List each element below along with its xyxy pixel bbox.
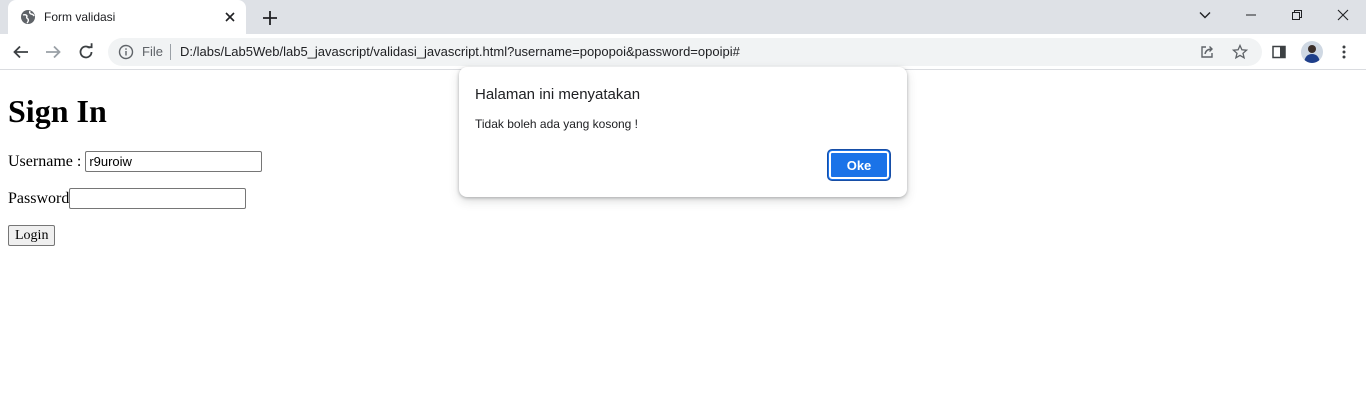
close-icon[interactable] xyxy=(222,9,238,25)
dialog-title: Halaman ini menyatakan xyxy=(475,86,641,103)
browser-tab[interactable]: Form validasi xyxy=(8,0,246,34)
reload-button[interactable] xyxy=(74,40,98,64)
ok-button[interactable]: Oke xyxy=(828,150,890,180)
restore-icon xyxy=(1292,10,1302,20)
close-icon xyxy=(1337,9,1349,21)
minimize-button[interactable] xyxy=(1228,0,1274,30)
tab-search-button[interactable] xyxy=(1182,0,1228,30)
password-row: Password xyxy=(8,188,247,209)
tab-strip: Form validasi xyxy=(0,0,1366,34)
tab-title: Form validasi xyxy=(44,10,116,24)
globe-icon xyxy=(21,10,35,24)
back-button[interactable] xyxy=(9,40,33,64)
back-arrow-icon xyxy=(13,45,28,59)
window-close-button[interactable] xyxy=(1320,0,1366,30)
password-input[interactable] xyxy=(69,188,247,209)
browser-toolbar: File D:/labs/Lab5Web/lab5_javascript/val… xyxy=(0,34,1366,70)
username-label: Username : xyxy=(8,152,82,170)
minimize-icon xyxy=(1246,14,1256,16)
reload-icon xyxy=(79,43,93,59)
password-label: Password xyxy=(8,189,70,207)
username-input[interactable] xyxy=(85,151,263,172)
dialog-message: Tidak boleh ada yang kosong ! xyxy=(475,117,639,131)
url-text[interactable]: D:/labs/Lab5Web/lab5_javascript/validasi… xyxy=(180,45,740,59)
login-button[interactable]: Login xyxy=(8,225,56,246)
username-row: Username : xyxy=(8,151,263,172)
page-title: Sign In xyxy=(8,93,107,129)
address-bar[interactable]: File D:/labs/Lab5Web/lab5_javascript/val… xyxy=(108,38,1262,66)
chevron-down-icon xyxy=(1199,12,1211,19)
side-panel-icon xyxy=(1272,45,1286,59)
avatar[interactable] xyxy=(1301,41,1323,63)
omnibox-separator xyxy=(170,44,171,60)
info-icon[interactable] xyxy=(118,44,134,60)
forward-arrow-icon xyxy=(46,45,61,59)
forward-button[interactable] xyxy=(41,40,65,64)
alert-dialog: Halaman ini menyatakan Tidak boleh ada y… xyxy=(459,67,907,197)
scheme-label: File xyxy=(142,44,163,59)
restore-button[interactable] xyxy=(1274,0,1320,30)
plus-icon[interactable] xyxy=(260,8,280,28)
more-vert-icon xyxy=(1342,45,1346,59)
profile-person-icon xyxy=(1304,45,1320,63)
star-icon[interactable] xyxy=(1232,44,1248,60)
side-panel-button[interactable] xyxy=(1267,40,1291,64)
share-icon[interactable] xyxy=(1199,44,1215,60)
menu-button[interactable] xyxy=(1332,40,1356,64)
